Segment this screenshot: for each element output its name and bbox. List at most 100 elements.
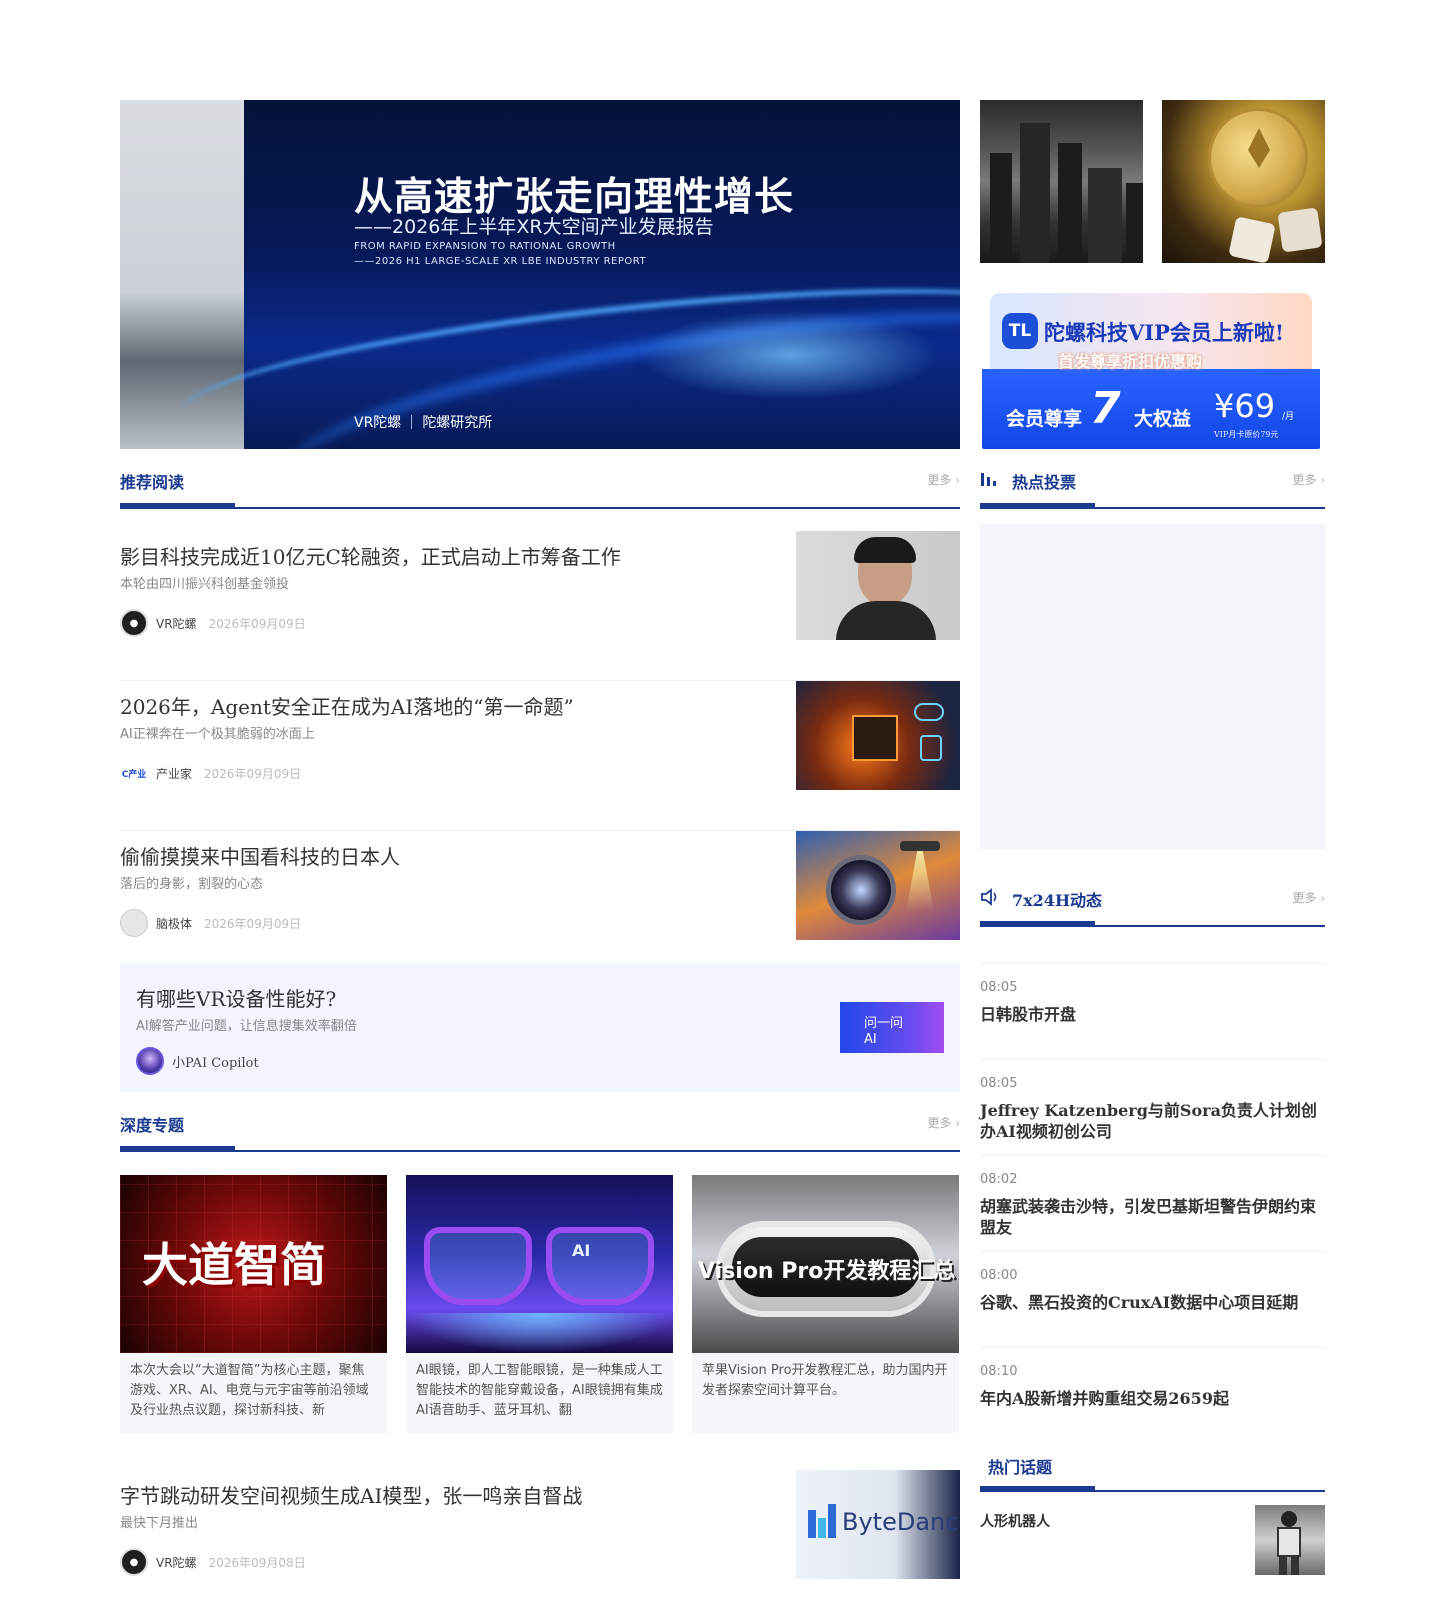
topic-image-text: 大道智简	[142, 1238, 326, 1292]
hot-vote-panel	[980, 524, 1325, 849]
banner-english-line: FROM RAPID EXPANSION TO RATIONAL GROWTH	[354, 241, 616, 252]
article-author: 脑极体	[156, 916, 193, 931]
copilot-avatar	[136, 1047, 164, 1075]
news-title[interactable]: Jeffrey Katzenberg与前Sora负责人计划创办AI视频初创公司	[980, 1100, 1325, 1142]
article-author: VR陀螺	[156, 616, 197, 631]
vip-membership-ad[interactable]: TL 陀螺科技VIP会员上新啦! 首发尊享折扣优惠购 会员尊享 7 大权益 ¥6…	[982, 291, 1320, 449]
article-title[interactable]: 2026年，Agent安全正在成为AI落地的“第一命题”	[120, 691, 760, 720]
ai-question-title[interactable]: 有哪些VR设备性能好?	[136, 983, 336, 1012]
author-avatar: C产业	[120, 759, 148, 787]
deep-topics-section-header: 深度专题 更多 ›	[120, 1092, 960, 1152]
topic-card[interactable]: 大道智简 本次大会以“大道智简”为核心主题，聚焦游戏、XR、AI、电竞与元宇宙等…	[120, 1175, 387, 1433]
article-author: 产业家	[156, 766, 193, 781]
ai-question-subtitle: AI解答产业问题，让信息搜集效率翻倍	[136, 1019, 357, 1034]
news-title[interactable]: 谷歌、黑石投资的CruxAI数据中心项目延期	[980, 1292, 1325, 1313]
ai-question-box: 有哪些VR设备性能好? AI解答产业问题，让信息搜集效率翻倍 小PAI Copi…	[120, 963, 960, 1092]
banner-glow	[640, 310, 940, 400]
recommended-section-header: 推荐阅读 更多 ›	[120, 449, 960, 509]
list-item[interactable]: 偷偷摸摸来中国看科技的日本人 落后的身影，割裂的心态 脑极体 2026年09月0…	[120, 831, 960, 981]
topic-card[interactable]: Vision Pro开发教程汇总 苹果Vision Pro开发教程汇总，助力国内…	[692, 1175, 959, 1433]
list-item[interactable]: 2026年，Agent安全正在成为AI落地的“第一命题” AI正裸奔在一个极其脆…	[120, 681, 960, 831]
article-meta: ● VR陀螺 2026年09月09日	[120, 609, 306, 637]
news-7x24-section-header: 7x24H动态 更多 ›	[980, 867, 1325, 927]
news-time: 08:00	[980, 1268, 1018, 1283]
section-title: 7x24H动态	[1012, 891, 1103, 910]
news-item[interactable]: 08:02 胡塞武装袭击沙特，引发巴基斯坦警告伊朗约束盟友	[980, 1155, 1325, 1251]
section-accent	[980, 503, 1095, 509]
article-title[interactable]: 字节跳动研发空间视频生成AI模型，张一鸣亲自督战	[120, 1480, 760, 1509]
city-smoke-thumbnail[interactable]	[980, 100, 1143, 263]
section-accent	[120, 1146, 235, 1152]
article-subtitle: 本轮由四川振兴科创基金领投	[120, 577, 290, 592]
article-date: 2026年09月09日	[204, 766, 302, 781]
banner-logos: VR陀螺 陀螺研究所	[354, 412, 492, 432]
article-subtitle: AI正裸奔在一个极其脆弱的冰面上	[120, 727, 315, 742]
ask-ai-button[interactable]: 问一问 AI	[840, 1002, 944, 1053]
tuoluo-logo-icon: TL	[1002, 313, 1038, 349]
news-item[interactable]: 08:05 日韩股市开盘	[980, 963, 1325, 1059]
news-time: 08:02	[980, 1172, 1018, 1187]
bytedance-logo: ByteDance	[842, 1508, 960, 1536]
topic-description: 苹果Vision Pro开发教程汇总，助力国内开发者探索空间计算平台。	[702, 1363, 948, 1398]
news-item[interactable]: 08:10 年内A股新增并购重组交易2659起	[980, 1347, 1325, 1443]
topic-card[interactable]: AI AI眼镜，即人工智能眼镜，是一种集成人工智能技术的智能穿戴设备，AI眼镜拥…	[406, 1175, 673, 1433]
hot-vote-section-header: 热点投票 更多 ›	[980, 449, 1325, 509]
topic-image[interactable]: AI	[406, 1175, 673, 1353]
article-subtitle: 最快下月推出	[120, 1516, 199, 1531]
news-title[interactable]: 日韩股市开盘	[980, 1004, 1325, 1025]
topic-image[interactable]: 大道智简	[120, 1175, 387, 1353]
robot-thumbnail[interactable]	[1255, 1505, 1325, 1575]
article-thumbnail[interactable]: ByteDance	[796, 1470, 960, 1579]
hot-topics-section-header: 热门话题	[980, 1436, 1325, 1492]
speaker-icon	[980, 888, 1000, 906]
article-meta: C产业 产业家 2026年09月09日	[120, 759, 301, 787]
more-link[interactable]: 更多 ›	[1292, 471, 1325, 488]
logo-divider	[411, 415, 413, 429]
section-divider	[120, 507, 960, 509]
banner-english-line: ——2026 H1 LARGE-SCALE XR LBE INDUSTRY RE…	[354, 256, 647, 267]
topic-image-text: Vision Pro开发教程汇总	[698, 1259, 956, 1284]
ask-ai-button-line1: 问一问	[864, 1016, 904, 1031]
article-meta: 脑极体 2026年09月09日	[120, 909, 301, 937]
news-title[interactable]: 胡塞武装袭击沙特，引发巴基斯坦警告伊朗约束盟友	[980, 1196, 1325, 1238]
bar-chart-icon	[980, 470, 1000, 488]
topic-description: 本次大会以“大道智简”为核心主题，聚焦游戏、XR、AI、电竞与元宇宙等前沿领域及…	[130, 1363, 369, 1418]
author-avatar	[120, 909, 148, 937]
section-accent	[980, 921, 1095, 927]
more-link[interactable]: 更多 ›	[1292, 889, 1325, 906]
ai-question-meta: 小PAI Copilot	[136, 1047, 259, 1075]
list-item[interactable]: 影目科技完成近10亿元C轮融资，正式启动上市筹备工作 本轮由四川振兴科创基金领投…	[120, 531, 960, 681]
article-thumbnail[interactable]	[796, 531, 960, 640]
dice-icon	[1228, 216, 1276, 263]
news-time: 08:05	[980, 1076, 1018, 1091]
article-date: 2026年09月09日	[208, 616, 306, 631]
ethereum-coin-thumbnail[interactable]	[1162, 100, 1325, 263]
hot-topic-item[interactable]: 人形机器人	[980, 1505, 1325, 1580]
section-accent	[980, 1486, 1095, 1492]
vip-ad-price-unit: /月	[1282, 412, 1295, 422]
vip-ad-benefits-number: 7	[1090, 383, 1121, 434]
more-link[interactable]: 更多 ›	[927, 471, 960, 488]
hot-topic-title[interactable]: 人形机器人	[980, 1511, 1050, 1531]
hero-banner[interactable]: 从高速扩张走向理性增长 ——2026年上半年XR大空间产业发展报告 FROM R…	[120, 100, 960, 449]
banner-subtitle: ——2026年上半年XR大空间产业发展报告	[354, 216, 714, 238]
vip-ad-title: 陀螺科技VIP会员上新啦!	[1044, 320, 1285, 345]
news-time: 08:10	[980, 1364, 1018, 1379]
article-thumbnail[interactable]	[796, 831, 960, 940]
news-time: 08:05	[980, 980, 1018, 995]
article-title[interactable]: 影目科技完成近10亿元C轮融资，正式启动上市筹备工作	[120, 541, 760, 570]
news-item[interactable]: 08:05 Jeffrey Katzenberg与前Sora负责人计划创办AI视…	[980, 1059, 1325, 1155]
ask-ai-button-line2: AI	[864, 1032, 877, 1047]
news-item[interactable]: 08:00 谷歌、黑石投资的CruxAI数据中心项目延期	[980, 1251, 1325, 1347]
article-subtitle: 落后的身影，割裂的心态	[120, 877, 264, 892]
section-divider	[120, 1150, 960, 1152]
article-title[interactable]: 偷偷摸摸来中国看科技的日本人	[120, 841, 760, 870]
topic-image[interactable]: Vision Pro开发教程汇总	[692, 1175, 959, 1353]
article-date: 2026年09月09日	[204, 916, 302, 931]
article-author: VR陀螺	[156, 1555, 197, 1570]
section-title: 热点投票	[1012, 473, 1077, 492]
list-item[interactable]: 字节跳动研发空间视频生成AI模型，张一鸣亲自督战 最快下月推出 ● VR陀螺 2…	[120, 1470, 960, 1600]
article-thumbnail[interactable]	[796, 681, 960, 790]
more-link[interactable]: 更多 ›	[927, 1114, 960, 1131]
news-title[interactable]: 年内A股新增并购重组交易2659起	[980, 1388, 1325, 1409]
